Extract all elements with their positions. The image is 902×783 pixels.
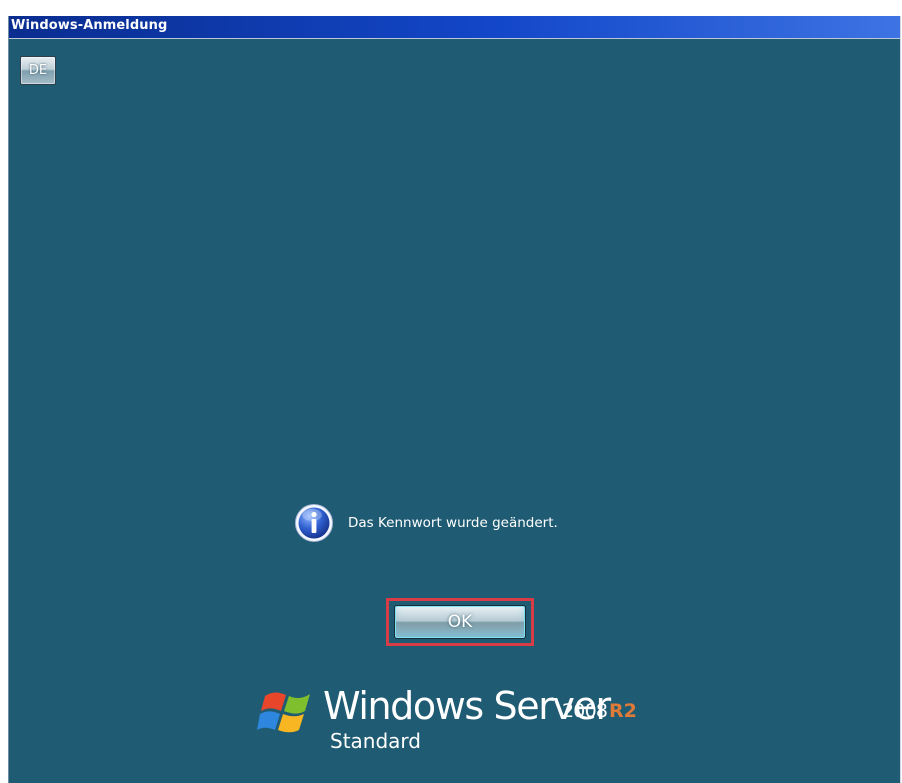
info-icon bbox=[295, 504, 333, 542]
product-edition: Standard bbox=[330, 729, 421, 753]
language-button[interactable]: DE bbox=[20, 56, 56, 85]
product-branding: Windows Server 2008 R2 Standard bbox=[257, 676, 687, 766]
ok-button[interactable]: OK bbox=[394, 605, 526, 639]
logon-window: Windows-Anmeldung DE Das Kennwort wurde … bbox=[8, 16, 901, 783]
window-title: Windows-Anmeldung bbox=[11, 18, 168, 33]
message-text: Das Kennwort wurde geändert. bbox=[348, 515, 558, 531]
product-release: R2 bbox=[609, 700, 637, 722]
product-version: 2008 bbox=[562, 700, 608, 722]
message-area: Das Kennwort wurde geändert. bbox=[294, 501, 558, 545]
windows-flag-icon bbox=[257, 692, 310, 733]
title-bar: Windows-Anmeldung bbox=[9, 16, 900, 39]
